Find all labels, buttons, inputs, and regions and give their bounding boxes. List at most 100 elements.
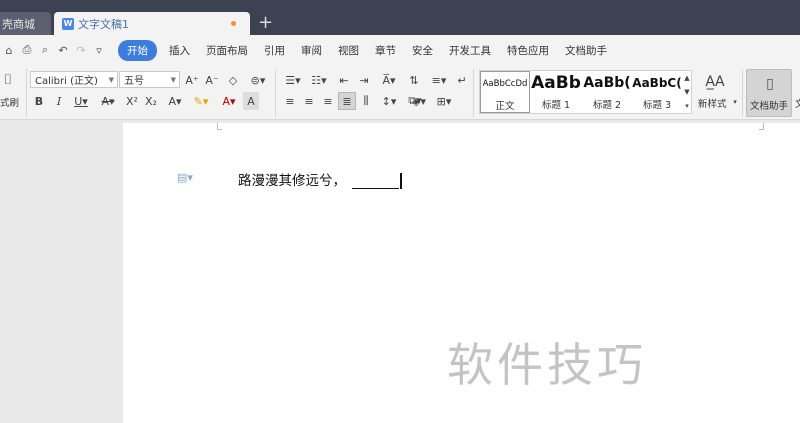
tab-document[interactable]: W 文字文稿1	[54, 12, 250, 35]
menu-review[interactable]: 审阅	[301, 43, 322, 58]
watermark-text: 软件技巧	[447, 338, 647, 392]
numbered-list-icon[interactable]: ☷▾	[308, 71, 330, 89]
menu-special[interactable]: 特色应用	[507, 43, 549, 58]
menu-page-layout[interactable]: 页面布局	[206, 43, 248, 58]
redo-icon[interactable]: ↷	[72, 41, 90, 59]
style-normal-sample: AaBbCcDd	[482, 79, 528, 89]
text-cursor	[400, 173, 402, 189]
font-shrink-icon[interactable]: A⁻	[204, 71, 220, 89]
doc-assistant-button[interactable]: ▯ 文档助手	[746, 69, 792, 117]
menu-security[interactable]: 安全	[412, 43, 433, 58]
document-text-line[interactable]: 路漫漫其修远兮，	[238, 169, 402, 189]
underline-icon[interactable]: U▾	[70, 92, 92, 110]
menu-insert[interactable]: 插入	[169, 43, 190, 58]
format-painter-label: 式刷	[0, 98, 20, 109]
divider	[275, 69, 276, 117]
chevron-down-icon: ▼	[170, 76, 176, 84]
style-heading-1-sample: AaBb	[531, 73, 581, 93]
sort-icon[interactable]: ⇅	[406, 71, 422, 89]
style-heading-2[interactable]: AaBb( 标题 2	[582, 71, 632, 113]
highlight-icon[interactable]: ✎▾	[190, 92, 212, 110]
chinese-layout-icon[interactable]: A̅▾	[378, 71, 400, 89]
menu-view[interactable]: 视图	[338, 43, 359, 58]
subscript-icon[interactable]: X₂	[143, 92, 159, 110]
paragraph-handle-icon[interactable]: ▤▾	[177, 171, 193, 184]
align-left-icon[interactable]: ≡	[282, 92, 298, 110]
pinyin-guide-icon[interactable]: ⊜▾	[247, 71, 269, 89]
wps-writer-icon: W	[62, 17, 74, 30]
distributed-align-icon[interactable]: ⫼	[358, 92, 374, 110]
tab-document-label: 文字文稿1	[78, 17, 129, 31]
doc-assistant-icon: ▯	[766, 76, 774, 92]
paragraph-spacing-icon[interactable]: ↕▾	[378, 92, 400, 110]
style-heading-1-label: 标题 1	[541, 100, 571, 111]
menu-doc-assistant[interactable]: 文档助手	[565, 43, 607, 58]
new-style-label[interactable]: 新样式	[698, 96, 727, 110]
print-icon[interactable]: ⎙	[18, 41, 36, 59]
italic-icon[interactable]: I	[52, 92, 66, 110]
unsaved-indicator	[231, 21, 236, 26]
text-effect-icon[interactable]: A▾	[164, 92, 186, 110]
menu-references[interactable]: 引用	[264, 43, 285, 58]
superscript-icon[interactable]: X²	[124, 92, 140, 110]
divider	[473, 69, 474, 117]
font-color-icon[interactable]: A▾	[218, 92, 240, 110]
bold-icon[interactable]: B	[32, 92, 46, 110]
chevron-down-icon: ▼	[108, 76, 114, 84]
font-name-value: Calibri (正文)	[35, 76, 98, 87]
customize-toolbar-icon[interactable]: ▿	[90, 41, 108, 59]
style-normal-label: 正文	[495, 101, 515, 112]
styles-more-icon[interactable]: ▾	[682, 99, 692, 113]
bullet-list-icon[interactable]: ☰▾	[282, 71, 304, 89]
clear-format-icon[interactable]: ◇	[225, 71, 241, 89]
styles-scroll-up-icon[interactable]: ▲	[682, 71, 692, 85]
font-size-value: 五号	[124, 76, 144, 87]
cut-off-label: 文	[795, 99, 800, 110]
menu-bar: ⌂ ⎙ ⌕ ↶ ↷ ▿ 开始 插入 页面布局 引用 审阅 视图 章节 安全 开发…	[0, 35, 800, 65]
print-preview-icon[interactable]: ⌕	[36, 41, 54, 59]
page-corner-mark	[759, 129, 764, 130]
shading-icon[interactable]: ◈▾	[408, 92, 430, 110]
style-heading-3[interactable]: AaBbC( 标题 3	[632, 71, 682, 113]
undo-icon[interactable]: ↶	[54, 41, 72, 59]
ribbon-home: ⌷ 式刷 Calibri (正文) ▼ 五号 ▼ A⁺ A⁻ ◇ ⊜▾ B I …	[0, 65, 800, 120]
folder-icon[interactable]: ⌂	[0, 41, 18, 59]
title-tab-bar: 壳商城 W 文字文稿1 +	[0, 0, 800, 35]
style-heading-1[interactable]: AaBb 标题 1	[531, 71, 581, 113]
doc-assistant-label: 文档助手	[750, 101, 789, 112]
format-painter-icon[interactable]: ⌷	[0, 71, 16, 89]
show-marks-icon[interactable]: ↵	[454, 71, 470, 89]
document-workspace: ▤▾ 路漫漫其修远兮， 软件技巧	[0, 121, 800, 423]
strikethrough-icon[interactable]: A▾	[97, 92, 119, 110]
line-spacing-icon[interactable]: ≡▾	[428, 71, 450, 89]
style-heading-2-label: 标题 2	[592, 100, 622, 111]
style-heading-2-sample: AaBb(	[583, 75, 631, 91]
styles-gallery: AaBbCcDd 正文 AaBb 标题 1 AaBb( 标题 2 AaBbC( …	[479, 70, 692, 114]
style-normal[interactable]: AaBbCcDd 正文	[480, 71, 530, 113]
borders-icon[interactable]: ⊞▾	[433, 92, 455, 110]
style-heading-3-label: 标题 3	[642, 100, 672, 111]
page-corner-mark	[217, 129, 222, 130]
menu-chapter[interactable]: 章节	[375, 43, 396, 58]
tab-store[interactable]: 壳商城	[0, 12, 51, 35]
fill-in-blank-underline	[352, 175, 399, 189]
font-size-select[interactable]: 五号 ▼	[119, 71, 180, 88]
font-grow-icon[interactable]: A⁺	[184, 71, 200, 89]
new-style-icon[interactable]: A̲A	[702, 71, 728, 93]
increase-indent-icon[interactable]: ⇥	[356, 71, 372, 89]
menu-home[interactable]: 开始	[118, 39, 157, 61]
tab-store-label: 壳商城	[2, 17, 35, 31]
justify-icon[interactable]: ≣	[338, 92, 356, 110]
new-tab-button[interactable]: +	[258, 12, 273, 34]
align-right-icon[interactable]: ≡	[320, 92, 336, 110]
decrease-indent-icon[interactable]: ⇤	[336, 71, 352, 89]
align-center-icon[interactable]: ≡	[301, 92, 317, 110]
char-shading-icon[interactable]: A	[243, 92, 259, 110]
style-heading-3-sample: AaBbC(	[632, 76, 682, 90]
divider	[742, 69, 743, 117]
styles-scroll-down-icon[interactable]: ▼	[682, 85, 692, 99]
menu-developer[interactable]: 开发工具	[449, 43, 491, 58]
divider	[26, 69, 27, 117]
font-name-select[interactable]: Calibri (正文) ▼	[30, 71, 118, 88]
document-text: 路漫漫其修远兮，	[238, 173, 346, 189]
